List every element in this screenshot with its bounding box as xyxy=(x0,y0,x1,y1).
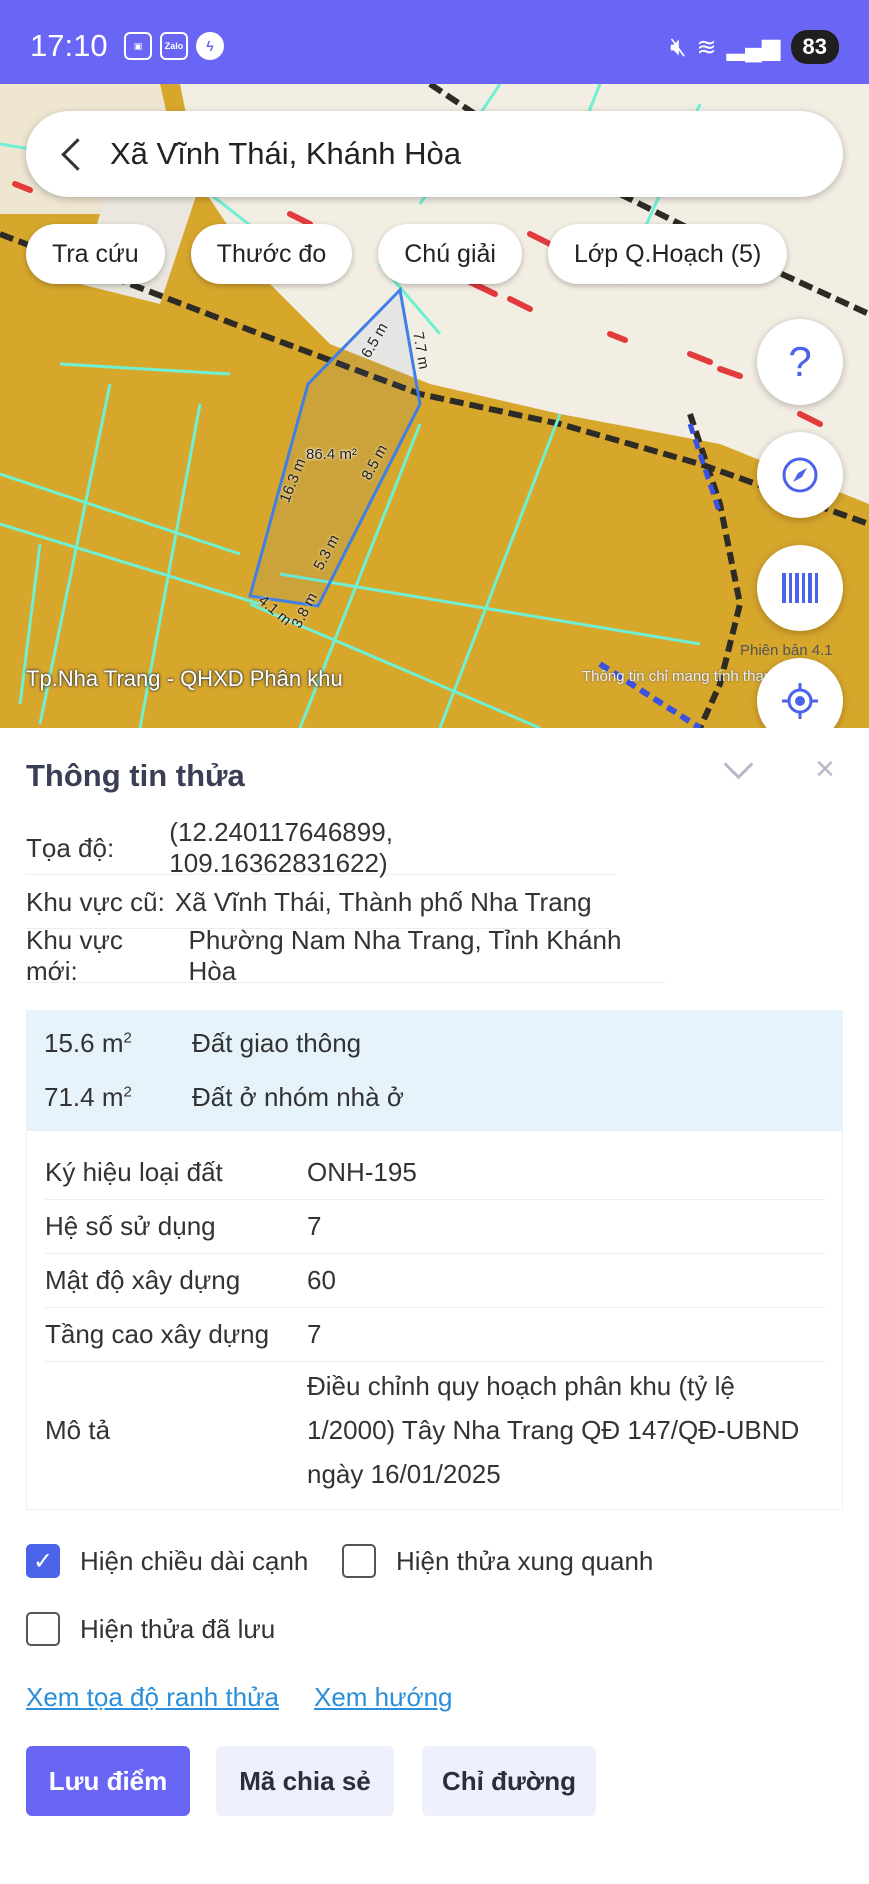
prop-label: Ký hiệu loại đất xyxy=(45,1156,223,1187)
checkbox-unchecked-icon[interactable] xyxy=(342,1544,376,1578)
prop-label: Mật độ xây dựng xyxy=(45,1264,241,1295)
close-icon[interactable]: × xyxy=(808,752,842,786)
land-use-area: 15.6 m2 xyxy=(44,1027,132,1058)
land-use-table: 15.6 m2 Đất giao thông 71.4 m2 Đất ở nhó… xyxy=(26,1010,843,1130)
map-tool-chips: Tra cứu Thước đo Chú giải Lớp Q.Hoạch (5… xyxy=(26,224,788,284)
old-area-value: Xã Vĩnh Thái, Thành phố Nha Trang xyxy=(174,886,592,917)
checkbox-label: Hiện chiều dài cạnh xyxy=(80,1545,309,1576)
prop-row-floors: Tầng cao xây dựng 7 xyxy=(45,1307,825,1362)
save-point-button[interactable]: Lưu điểm xyxy=(26,1746,190,1816)
prop-row-land-code: Ký hiệu loại đất ONH-195 xyxy=(45,1145,825,1200)
help-icon: ? xyxy=(788,338,812,385)
messenger-icon: ϟ xyxy=(196,32,224,60)
prop-label: Hệ số sử dụng xyxy=(45,1210,216,1241)
view-direction-link[interactable]: Xem hướng xyxy=(314,1682,453,1713)
description-line: ngày 16/01/2025 xyxy=(307,1459,501,1489)
coordinate-label: Tọa độ: xyxy=(26,832,115,863)
land-use-type: Đất giao thông xyxy=(192,1027,362,1058)
new-area-label: Khu vực mới: xyxy=(26,925,123,986)
checkbox-label: Hiện thửa xung quanh xyxy=(396,1545,654,1576)
coordinate-row: Tọa độ: (12.240117646899, 109.1636283162… xyxy=(26,817,616,878)
prop-value: 7 xyxy=(307,1319,322,1349)
back-arrow-icon[interactable] xyxy=(56,139,86,169)
chip-lookup[interactable]: Tra cứu xyxy=(26,224,165,284)
description-line: 1/2000) Tây Nha Trang QĐ 147/QĐ-UBND xyxy=(307,1415,800,1445)
compass-button[interactable] xyxy=(757,432,843,518)
land-use-type: Đất ở nhóm nhà ở xyxy=(192,1081,404,1112)
status-time: 17:10 xyxy=(30,28,108,63)
prop-row-usage-ratio: Hệ số sử dụng 7 xyxy=(45,1199,825,1254)
planning-properties: Ký hiệu loại đất ONH-195 Hệ số sử dụng 7… xyxy=(26,1130,843,1510)
parcel-area-label: 86.4 m² xyxy=(306,446,357,463)
status-system-icons: 🔇︎ ≋ ▂▄▆ 83 xyxy=(670,30,839,64)
zalo-icon: Zalo xyxy=(160,32,188,60)
collapse-chevron-icon[interactable] xyxy=(724,754,750,780)
battery-icon: 83 xyxy=(790,30,839,64)
prop-description-value: Điều chỉnh quy hoạch phân khu (tỷ lệ 1/2… xyxy=(307,1364,799,1496)
locate-icon xyxy=(782,683,818,719)
compass-icon xyxy=(782,457,818,493)
old-area-label: Khu vực cũ: xyxy=(26,886,165,917)
view-boundary-coords-link[interactable]: Xem tọa độ ranh thửa xyxy=(26,1682,279,1713)
barcode-button[interactable] xyxy=(757,545,843,631)
prop-value: 7 xyxy=(307,1211,322,1241)
barcode-icon xyxy=(782,573,818,603)
land-use-row: 71.4 m2 Đất ở nhóm nhà ở xyxy=(44,1072,404,1122)
chip-ruler[interactable]: Thước đo xyxy=(190,224,353,284)
search-bar[interactable]: Xã Vĩnh Thái, Khánh Hòa xyxy=(26,111,843,197)
prop-label: Tầng cao xây dựng xyxy=(45,1318,270,1349)
chip-planning-layers[interactable]: Lớp Q.Hoạch (5) xyxy=(547,224,788,284)
zone-label: Tp.Nha Trang - QHXD Phân khu xyxy=(26,666,343,691)
directions-button[interactable]: Chỉ đường xyxy=(422,1746,596,1816)
land-use-row: 15.6 m2 Đất giao thông xyxy=(44,1018,361,1068)
chip-legend[interactable]: Chú giải xyxy=(378,224,522,284)
signal-icon: ▂▄▆ xyxy=(726,33,781,61)
prop-row-density: Mật độ xây dựng 60 xyxy=(45,1253,825,1308)
land-use-area: 71.4 m2 xyxy=(44,1081,132,1112)
mute-icon: 🔇︎ xyxy=(670,31,687,61)
screenshot-icon: ▣ xyxy=(124,32,152,60)
checkbox-checked-icon[interactable]: ✓ xyxy=(26,1544,60,1578)
new-area-row: Khu vực mới: Phường Nam Nha Trang, Tỉnh … xyxy=(26,925,666,986)
share-code-button[interactable]: Mã chia sẻ xyxy=(216,1746,394,1816)
checkbox-label: Hiện thửa đã lưu xyxy=(80,1613,276,1644)
search-text[interactable]: Xã Vĩnh Thái, Khánh Hòa xyxy=(110,136,461,172)
show-edge-length-checkbox[interactable]: ✓ Hiện chiều dài cạnh xyxy=(26,1544,308,1578)
help-button[interactable]: ? xyxy=(757,319,843,405)
panel-title: Thông tin thửa xyxy=(26,758,245,793)
parcel-info-panel: Thông tin thửa × Tọa độ: (12.24011764689… xyxy=(0,728,869,1884)
show-saved-parcels-checkbox[interactable]: Hiện thửa đã lưu xyxy=(26,1612,275,1646)
wifi-icon: ≋ xyxy=(696,33,717,61)
new-area-value: Phường Nam Nha Trang, Tỉnh Khánh Hòa xyxy=(188,925,622,986)
prop-value: ONH-195 xyxy=(307,1157,417,1187)
description-line: Điều chỉnh quy hoạch phân khu (tỷ lệ xyxy=(307,1371,735,1401)
prop-value: 60 xyxy=(307,1265,336,1295)
prop-label: Mô tả xyxy=(45,1414,111,1445)
show-neighbor-parcels-checkbox[interactable]: Hiện thửa xung quanh xyxy=(342,1544,653,1578)
version-label: Phiên bản 4.1 xyxy=(740,642,833,659)
status-notification-icons: ▣ Zalo ϟ xyxy=(124,32,224,60)
status-bar: 17:10 ▣ Zalo ϟ 🔇︎ ≋ ▂▄▆ 83 xyxy=(0,0,869,84)
checkbox-unchecked-icon[interactable] xyxy=(26,1612,60,1646)
coordinate-value: (12.240117646899, 109.16362831622) xyxy=(169,817,393,878)
old-area-row: Khu vực cũ: Xã Vĩnh Thái, Thành phố Nha … xyxy=(26,876,616,929)
prop-row-description: Mô tả Điều chỉnh quy hoạch phân khu (tỷ … xyxy=(45,1363,825,1497)
